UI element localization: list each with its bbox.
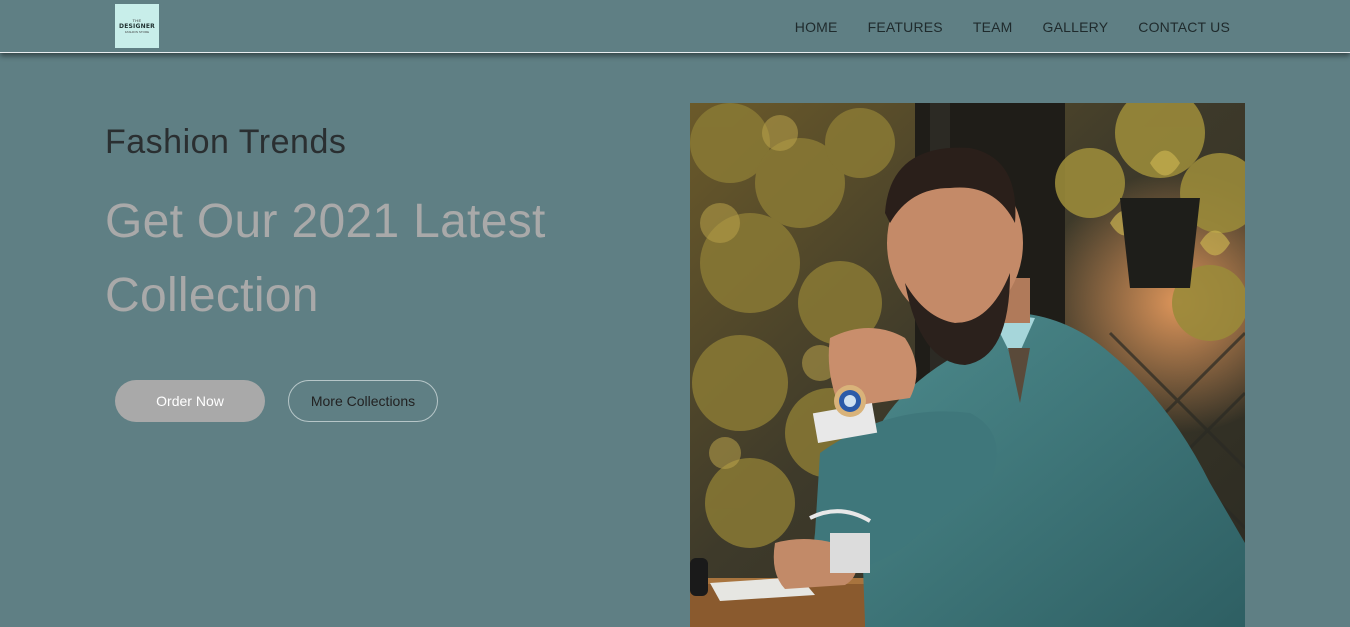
nav-gallery[interactable]: GALLERY bbox=[1043, 19, 1109, 35]
hero-image bbox=[690, 103, 1245, 627]
hero-photo-illustration bbox=[690, 103, 1245, 627]
nav-contact-us[interactable]: CONTACT US bbox=[1138, 19, 1230, 35]
more-collections-button[interactable]: More Collections bbox=[288, 380, 438, 422]
page: THE DESIGNER FASHION STORE HOME FEATURES… bbox=[0, 0, 1350, 627]
order-now-button[interactable]: Order Now bbox=[115, 380, 265, 422]
top-navbar: THE DESIGNER FASHION STORE HOME FEATURES… bbox=[0, 0, 1350, 53]
logo-main-text: DESIGNER bbox=[119, 23, 155, 30]
nav-features[interactable]: FEATURES bbox=[868, 19, 943, 35]
nav-team[interactable]: TEAM bbox=[973, 19, 1013, 35]
nav-home[interactable]: HOME bbox=[795, 19, 838, 35]
brand-logo[interactable]: THE DESIGNER FASHION STORE bbox=[115, 4, 159, 48]
hero-subtitle: Fashion Trends bbox=[105, 123, 347, 161]
logo-sub-text: FASHION STORE bbox=[124, 30, 150, 34]
main-nav: HOME FEATURES TEAM GALLERY CONTACT US bbox=[795, 0, 1230, 53]
hero-title: Get Our 2021 Latest Collection bbox=[105, 195, 546, 322]
